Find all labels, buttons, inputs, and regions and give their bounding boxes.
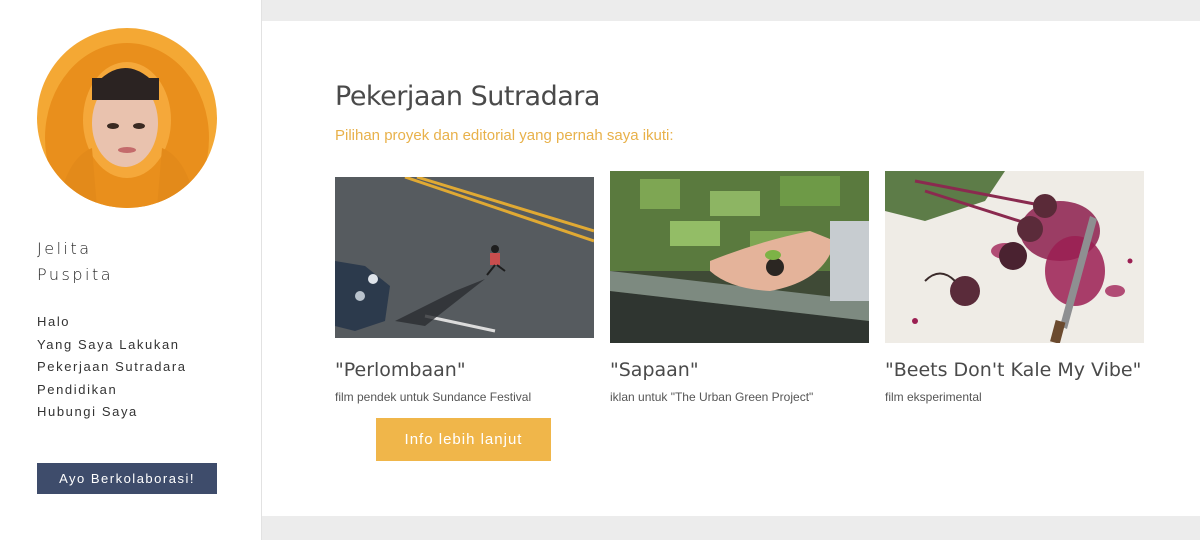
project-title: "Beets Don't Kale My Vibe" bbox=[885, 359, 1142, 381]
profile-last-name: Puspita bbox=[37, 265, 114, 284]
project-description: iklan untuk "The Urban Green Project" bbox=[610, 390, 814, 404]
project-description: film eksperimental bbox=[885, 390, 982, 404]
sidebar-nav: Halo Yang Saya Lakukan Pekerjaan Sutrada… bbox=[37, 311, 187, 424]
collaborate-button[interactable]: Ayo Berkolaborasi! bbox=[37, 463, 217, 494]
project-card-beets: "Beets Don't Kale My Vibe" film eksperim… bbox=[885, 171, 1144, 404]
page-title: Pekerjaan Sutradara bbox=[335, 81, 600, 112]
nav-item-halo[interactable]: Halo bbox=[37, 311, 187, 334]
project-card-sapaan: "Sapaan" iklan untuk "The Urban Green Pr… bbox=[610, 171, 869, 404]
profile-first-name: Jelita bbox=[37, 239, 92, 258]
page-subtitle: Pilihan proyek dan editorial yang pernah… bbox=[335, 127, 674, 144]
sidebar: Jelita Puspita Halo Yang Saya Lakukan Pe… bbox=[0, 0, 262, 540]
project-image-greens[interactable] bbox=[610, 171, 869, 343]
project-card-perlombaan: "Perlombaan" film pendek untuk Sundance … bbox=[335, 171, 594, 404]
main-content: Pekerjaan Sutradara Pilihan proyek dan e… bbox=[262, 21, 1200, 516]
nav-item-yang-saya-lakukan[interactable]: Yang Saya Lakukan bbox=[37, 334, 187, 357]
avatar bbox=[37, 28, 217, 208]
project-title: "Sapaan" bbox=[610, 359, 699, 381]
project-description: film pendek untuk Sundance Festival bbox=[335, 390, 532, 404]
project-title: "Perlombaan" bbox=[335, 359, 466, 381]
profile-name: Jelita Puspita bbox=[37, 236, 113, 288]
nav-item-pendidikan[interactable]: Pendidikan bbox=[37, 379, 187, 402]
project-image-race[interactable] bbox=[335, 171, 594, 343]
nav-item-hubungi-saya[interactable]: Hubungi Saya bbox=[37, 401, 187, 424]
project-image-beets[interactable] bbox=[885, 171, 1144, 343]
nav-item-pekerjaan-sutradara[interactable]: Pekerjaan Sutradara bbox=[37, 356, 187, 379]
more-info-button[interactable]: Info lebih lanjut bbox=[376, 418, 551, 461]
